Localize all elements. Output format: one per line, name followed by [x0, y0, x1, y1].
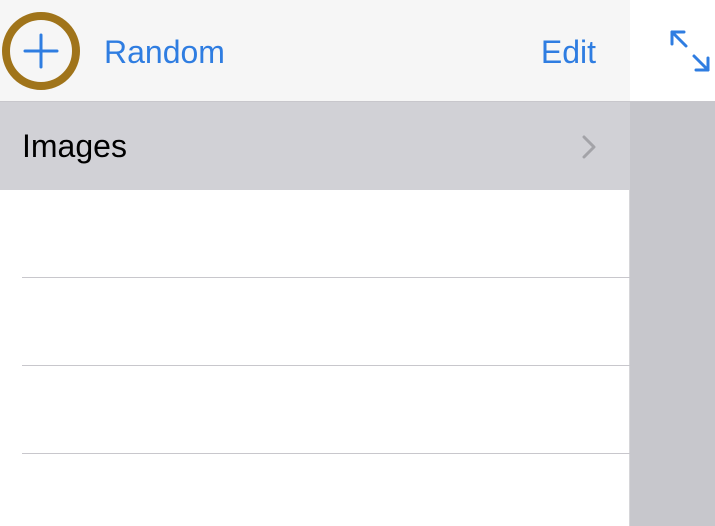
plus-icon — [23, 33, 59, 69]
chevron-right-icon — [582, 135, 596, 159]
master-pane: Random Edit Images — [0, 0, 630, 526]
expand-button[interactable] — [668, 28, 712, 74]
list-item-label: Images — [22, 128, 127, 164]
row-separator — [22, 453, 630, 454]
detail-navigation-bar — [630, 0, 715, 102]
add-button[interactable] — [2, 12, 80, 90]
list-item-images[interactable]: Images — [0, 102, 630, 190]
detail-pane — [630, 0, 715, 526]
navigation-bar: Random Edit — [0, 0, 630, 102]
split-view: Random Edit Images — [0, 0, 715, 526]
random-button[interactable]: Random — [104, 30, 225, 74]
edit-button[interactable]: Edit — [541, 30, 596, 74]
row-separator — [22, 365, 630, 366]
row-separator — [22, 277, 630, 278]
expand-arrows-icon — [670, 30, 710, 72]
